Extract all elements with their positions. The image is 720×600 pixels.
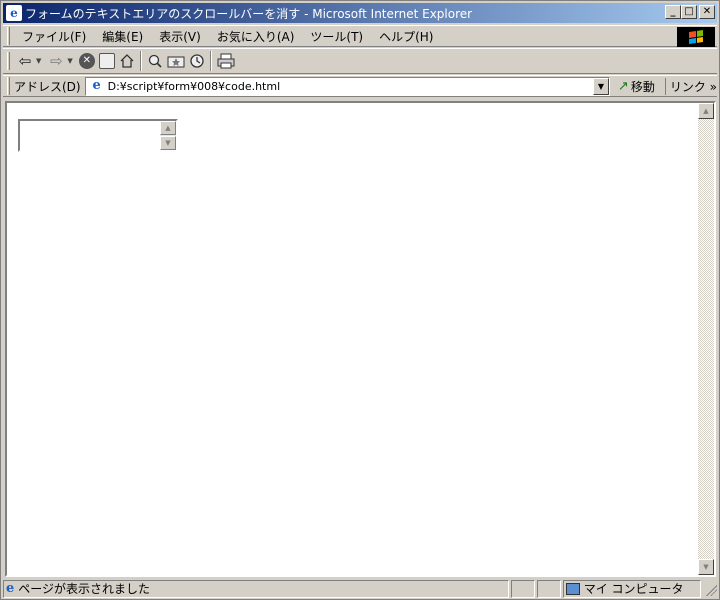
go-button[interactable]: ↗ 移動 bbox=[618, 78, 655, 95]
status-pane-empty bbox=[511, 579, 535, 598]
scroll-down-button[interactable]: ▼ bbox=[698, 559, 714, 575]
links-button[interactable]: リンク » bbox=[664, 77, 717, 95]
go-label: 移動 bbox=[630, 79, 655, 94]
page-content: ▲ ▼ ▲ ▼ bbox=[5, 101, 716, 577]
textarea-scroll-up-button[interactable]: ▲ bbox=[160, 121, 176, 135]
my-computer-icon bbox=[565, 582, 580, 595]
toolbar-separator bbox=[139, 51, 142, 71]
windows-logo-icon bbox=[677, 27, 715, 47]
menu-favorites[interactable]: お気に入り(A) bbox=[209, 28, 303, 45]
favorites-icon[interactable] bbox=[167, 51, 185, 71]
search-icon[interactable] bbox=[147, 51, 163, 71]
maximize-button[interactable]: □ bbox=[681, 5, 697, 19]
back-dropdown-icon[interactable]: ▼ bbox=[36, 57, 41, 65]
page-icon: e bbox=[92, 78, 101, 93]
browser-window: e フォームのテキストエリアのスクロールバーを消す - Microsoft In… bbox=[0, 0, 720, 600]
address-bar: アドレス(D) e D:¥script¥form¥008¥code.html ▼… bbox=[3, 75, 717, 97]
window-title: フォームのテキストエリアのスクロールバーを消す - Microsoft Inte… bbox=[25, 6, 473, 21]
menu-file[interactable]: ファイル(F) bbox=[14, 28, 94, 45]
menu-view[interactable]: 表示(V) bbox=[151, 28, 209, 45]
textarea-container: ▲ ▼ bbox=[18, 119, 178, 152]
title-bar[interactable]: e フォームのテキストエリアのスクロールバーを消す - Microsoft In… bbox=[3, 3, 717, 23]
menu-grip[interactable] bbox=[7, 27, 10, 45]
status-message-pane: e ページが表示されました bbox=[3, 579, 510, 598]
textarea-scroll-down-button[interactable]: ▼ bbox=[160, 136, 176, 150]
window-controls: _ □ ✕ bbox=[665, 5, 715, 19]
security-zone-pane: マイ コンピュータ bbox=[562, 579, 702, 598]
close-button[interactable]: ✕ bbox=[699, 5, 715, 19]
page-done-icon: e bbox=[6, 581, 15, 596]
scroll-up-button[interactable]: ▲ bbox=[698, 103, 714, 119]
toolbar-separator bbox=[209, 51, 212, 71]
history-icon[interactable] bbox=[189, 51, 205, 71]
forward-dropdown-icon[interactable]: ▼ bbox=[67, 57, 72, 65]
forward-arrow-icon[interactable]: ⇨ bbox=[47, 51, 65, 71]
address-label: アドレス(D) bbox=[13, 79, 81, 94]
form-textarea[interactable] bbox=[20, 121, 160, 150]
back-arrow-icon[interactable]: ⇦ bbox=[16, 51, 34, 71]
refresh-icon[interactable] bbox=[98, 51, 115, 71]
security-zone-label: マイ コンピュータ bbox=[583, 582, 684, 596]
home-icon[interactable] bbox=[119, 51, 135, 71]
stop-icon[interactable]: ✕ bbox=[78, 51, 95, 71]
resize-grip-icon[interactable] bbox=[703, 581, 718, 596]
textarea-scrollbar[interactable]: ▲ ▼ bbox=[160, 121, 176, 150]
menu-tools[interactable]: ツール(T) bbox=[302, 28, 371, 45]
menu-edit[interactable]: 編集(E) bbox=[94, 28, 151, 45]
go-arrow-icon: ↗ bbox=[617, 78, 629, 94]
status-pane-empty bbox=[536, 579, 561, 598]
status-bar: e ページが表示されました マイ コンピュータ bbox=[3, 579, 718, 598]
minimize-button[interactable]: _ bbox=[665, 5, 681, 19]
page-scrollbar[interactable]: ▲ ▼ bbox=[698, 103, 714, 575]
address-dropdown-button[interactable]: ▼ bbox=[592, 77, 609, 95]
standard-toolbar: ⇦ ▼ ⇨ ▼ ✕ bbox=[3, 48, 717, 74]
address-input[interactable]: e D:¥script¥form¥008¥code.html ▼ bbox=[84, 76, 610, 96]
print-icon[interactable] bbox=[217, 51, 235, 71]
address-grip[interactable] bbox=[7, 77, 10, 95]
status-message: ページが表示されました bbox=[18, 582, 151, 596]
address-text[interactable]: D:¥script¥form¥008¥code.html bbox=[108, 80, 281, 93]
ie-logo-icon[interactable]: e bbox=[6, 5, 22, 21]
menu-help[interactable]: ヘルプ(H) bbox=[371, 28, 441, 45]
menu-bar: ファイル(F) 編集(E) 表示(V) お気に入り(A) ツール(T) ヘルプ(… bbox=[3, 25, 717, 47]
toolbar-grip[interactable] bbox=[7, 52, 10, 70]
